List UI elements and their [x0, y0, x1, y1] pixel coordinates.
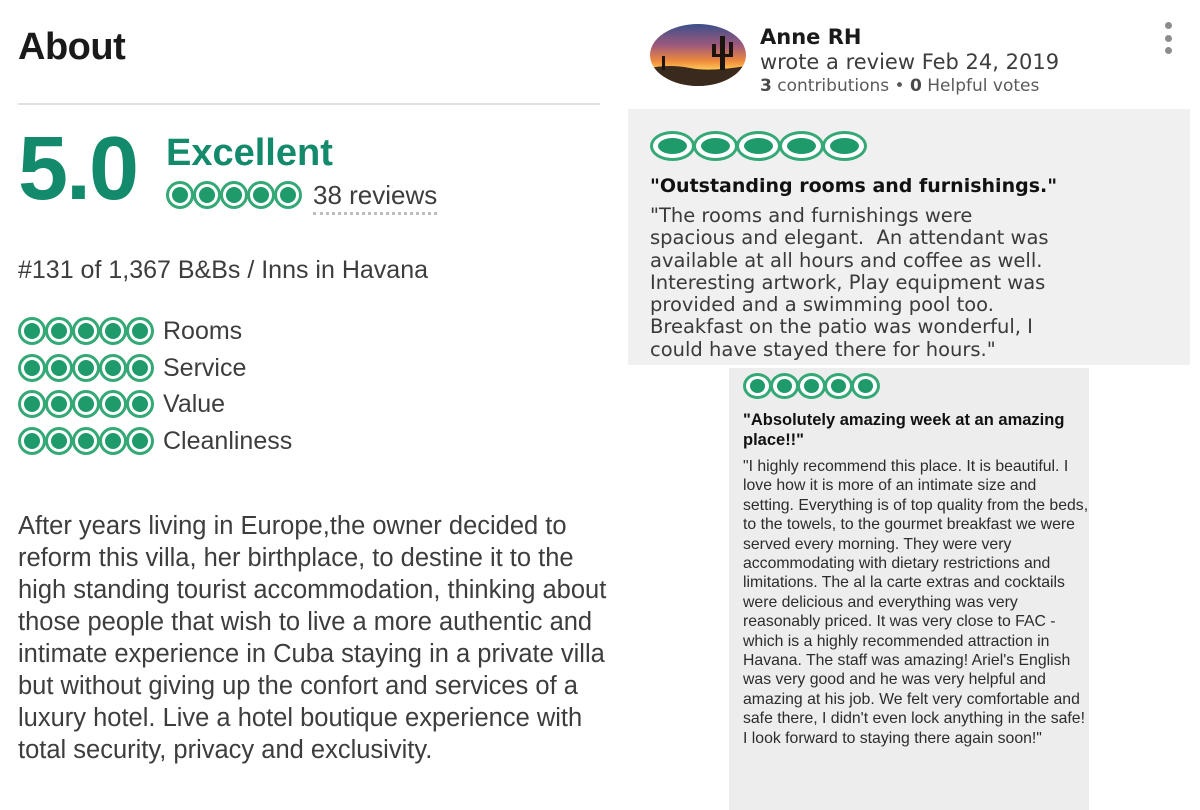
- overall-bubble-rating: [166, 181, 302, 209]
- bubble-rating-icon: [797, 373, 826, 399]
- bubble-rating-icon: [72, 390, 100, 418]
- kebab-dot: [1164, 22, 1172, 29]
- bubble-rating-icon: [247, 181, 275, 209]
- bubble-rating-icon: [99, 317, 127, 345]
- kebab-dot: [1164, 47, 1172, 54]
- more-options-icon[interactable]: [1160, 22, 1176, 54]
- service-bubble-rating: [18, 354, 154, 382]
- reviews-link[interactable]: 38 reviews: [313, 180, 438, 215]
- review1-line: Interesting artwork, Play equipment was: [650, 270, 1046, 294]
- bubble-rating-icon: [824, 373, 853, 399]
- subrating-label: Value: [163, 389, 226, 418]
- ranking-text: #131 of 1,367 B&Bs / Inns in Havana: [18, 256, 428, 284]
- review1-line: spacious and elegant. An attendant was: [650, 226, 1049, 250]
- review2-title[interactable]: "Absolutely amazing week at an amazing p…: [743, 410, 1088, 450]
- review1-line: Breakfast on the patio was wonderful, I: [650, 315, 1033, 339]
- bubble-rating-icon: [72, 354, 100, 382]
- bubble-rating-icon: [99, 427, 127, 455]
- bubble-rating-icon: [99, 354, 127, 382]
- contributions-label: contributions: [777, 76, 890, 96]
- bubble-rating-icon: [18, 354, 46, 382]
- divider: [18, 103, 600, 105]
- bubble-rating-icon: [126, 317, 154, 345]
- bubble-rating-icon: [193, 181, 221, 209]
- bubble-rating-icon: [770, 373, 799, 399]
- bubble-rating-icon: [18, 427, 46, 455]
- bubble-rating-icon: [650, 131, 695, 161]
- bubble-rating-icon: [779, 131, 824, 161]
- helpful-count: 0: [909, 76, 922, 96]
- bubble-rating-icon: [851, 373, 880, 399]
- bubble-rating-icon: [99, 390, 127, 418]
- reviewer-avatar[interactable]: [650, 24, 746, 86]
- subrating-rooms: Rooms: [18, 315, 242, 347]
- review1-line: could have stayed there for hours.": [650, 337, 996, 361]
- review2-bubble-rating: [743, 373, 880, 399]
- review1-body: "The rooms and furnishings were spacious…: [650, 204, 1182, 361]
- review1-line: available at all hours and coffee as wel…: [650, 248, 1043, 272]
- bubble-rating-icon: [126, 354, 154, 382]
- review-card-1: "Outstanding rooms and furnishings." "Th…: [628, 109, 1190, 365]
- rooms-bubble-rating: [18, 317, 154, 345]
- subrating-service: Service: [18, 352, 246, 384]
- about-heading: About: [18, 26, 126, 68]
- bubble-rating-icon: [743, 373, 772, 399]
- bubble-rating-icon: [693, 131, 738, 161]
- bubble-rating-icon: [72, 427, 100, 455]
- bubble-rating-icon: [45, 390, 73, 418]
- helpful-label: Helpful votes: [927, 76, 1040, 96]
- bubble-rating-icon: [126, 390, 154, 418]
- overall-score: 5.0: [18, 119, 139, 219]
- bubble-rating-icon: [18, 317, 46, 345]
- rating-word: Excellent: [166, 132, 333, 174]
- review-card-2: "Absolutely amazing week at an amazing p…: [729, 368, 1089, 810]
- subrating-label: Service: [163, 353, 247, 382]
- bubble-rating-icon: [736, 131, 781, 161]
- subrating-cleanliness: Cleanliness: [18, 425, 292, 457]
- bubble-rating-icon: [45, 427, 73, 455]
- review1-line: "The rooms and furnishings were: [650, 204, 973, 227]
- contributions-count: 3: [760, 76, 772, 96]
- avatar-sunset-cactus-icon: [650, 24, 746, 86]
- bubble-rating-icon: [166, 181, 194, 209]
- reviewer-stats: 3 contributions • 0 Helpful votes: [760, 76, 1040, 96]
- reviewer-name[interactable]: Anne RH: [760, 25, 861, 49]
- review1-title[interactable]: "Outstanding rooms and furnishings.": [650, 175, 1057, 197]
- subrating-label: Rooms: [163, 316, 243, 345]
- bubble-rating-icon: [72, 317, 100, 345]
- value-bubble-rating: [18, 390, 154, 418]
- cleanliness-bubble-rating: [18, 427, 154, 455]
- kebab-dot: [1164, 34, 1172, 42]
- review2-body: "I highly recommend this place. It is be…: [743, 458, 1089, 747]
- review1-line: provided and a swimming pool too.: [650, 293, 994, 317]
- bubble-rating-icon: [45, 354, 73, 382]
- bubble-rating-icon: [45, 317, 73, 345]
- review1-bubble-rating: [650, 131, 867, 161]
- subrating-value: Value: [18, 388, 225, 420]
- bubble-rating-icon: [274, 181, 302, 209]
- bubble-rating-icon: [822, 131, 867, 161]
- bubble-rating-icon: [18, 390, 46, 418]
- bubble-rating-icon: [220, 181, 248, 209]
- bubble-rating-icon: [126, 427, 154, 455]
- subrating-label: Cleanliness: [163, 426, 293, 455]
- property-description: After years living in Europe,the owner d…: [18, 512, 607, 764]
- review-date: wrote a review Feb 24, 2019: [760, 50, 1060, 74]
